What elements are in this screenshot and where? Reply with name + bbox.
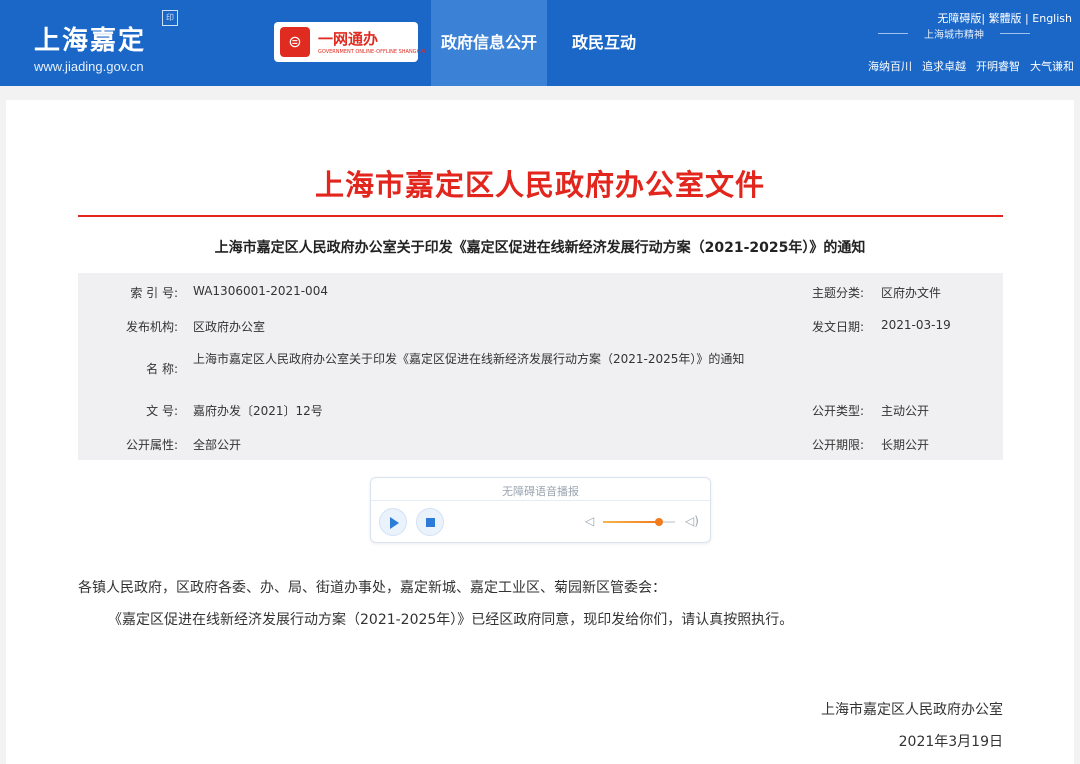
body-addressee: 各镇人民政府，区政府各委、办、局、街道办事处，嘉定新城、嘉定工业区、菊园新区管委… — [78, 580, 666, 596]
signature-date: 2021年3月19日 — [898, 734, 1003, 750]
motto: 开明睿智 — [976, 60, 1020, 73]
accessible-link[interactable]: 无障碍版 — [937, 12, 981, 25]
signature-org: 上海市嘉定区人民政府办公室 — [821, 702, 1003, 718]
logo-text: 上海嘉定 — [34, 26, 147, 56]
date-value: 2021-03-19 — [881, 318, 951, 332]
stop-button[interactable] — [416, 508, 444, 536]
logo-url: www.jiading.gov.cn — [34, 59, 144, 74]
audio-label: 无障碍语音播报 — [502, 485, 579, 498]
top-links: 无障碍版| 繁體版 | English — [832, 10, 1072, 26]
index-value: WA1306001-2021-004 — [193, 284, 328, 298]
period-value: 长期公开 — [881, 438, 930, 452]
title-divider — [78, 215, 1003, 217]
link-sep: | — [1021, 12, 1033, 25]
play-button[interactable] — [379, 508, 407, 536]
volume-slider[interactable] — [603, 518, 675, 526]
motto: 追求卓越 — [922, 60, 966, 73]
city-mottos: 海纳百川 追求卓越 开明睿智 大气谦和 — [858, 58, 1074, 74]
volume-handle[interactable] — [655, 518, 664, 526]
attr-value: 全部公开 — [193, 438, 242, 452]
play-icon — [390, 517, 399, 529]
topic-label: 主题分类: — [811, 286, 864, 300]
docno-value: 嘉府办发〔2021〕12号 — [193, 404, 323, 418]
yiwang-logo-icon: ⊜ — [280, 27, 310, 57]
city-spirit: 上海城市精神 — [878, 26, 1030, 41]
topic-value: 区府办文件 — [881, 286, 942, 300]
nav-gov-info[interactable]: 政府信息公开 — [431, 0, 547, 86]
yiwang-label: 一网通办 — [318, 30, 379, 48]
pubtype-value: 主动公开 — [881, 404, 930, 418]
english-link[interactable]: English — [1032, 12, 1072, 25]
document-title: 上海市嘉定区人民政府办公室文件 — [314, 168, 765, 202]
document-card: 上海市嘉定区人民政府办公室文件 上海市嘉定区人民政府办公室关于印发《嘉定区促进在… — [6, 100, 1074, 764]
link-sep: | — [981, 12, 989, 25]
name-label: 名 称: — [146, 362, 178, 376]
volume-fill — [603, 521, 660, 523]
divider — [371, 500, 710, 501]
nav-interaction[interactable]: 政民互动 — [558, 0, 650, 86]
volume-low-icon: ◁ — [585, 514, 595, 528]
issuer-value: 区政府办公室 — [193, 320, 266, 334]
docno-label: 文 号: — [146, 404, 178, 418]
volume-high-icon: ◁) — [685, 514, 699, 528]
issuer-label: 发布机构: — [125, 320, 178, 334]
audio-player: 无障碍语音播报 ◁ ◁) — [370, 477, 711, 543]
date-label: 发文日期: — [811, 320, 864, 334]
yiwang-sublabel: GOVERNMENT ONLINE-OFFLINE SHANGHAI — [318, 49, 426, 55]
site-logo[interactable]: 上海嘉定 印 www.jiading.gov.cn — [34, 8, 184, 78]
traditional-link[interactable]: 繁體版 — [989, 12, 1022, 25]
logo-seal-icon: 印 — [162, 10, 178, 26]
period-label: 公开期限: — [811, 438, 864, 452]
body-paragraph: 《嘉定区促进在线新经济发展行动方案（2021-2025年）》已经区政府同意，现印… — [108, 612, 794, 628]
divider — [878, 33, 908, 34]
city-spirit-label: 上海城市精神 — [924, 30, 984, 41]
yiwang-tongban-button[interactable]: ⊜ 一网通办 GOVERNMENT ONLINE-OFFLINE SHANGHA… — [274, 22, 425, 62]
index-label: 索 引 号: — [130, 286, 178, 300]
divider — [1000, 33, 1030, 34]
motto: 大气谦和 — [1030, 60, 1074, 73]
site-header: 上海嘉定 印 www.jiading.gov.cn ⊜ 一网通办 GOVERNM… — [0, 0, 1080, 86]
document-subtitle: 上海市嘉定区人民政府办公室关于印发《嘉定区促进在线新经济发展行动方案（2021-… — [214, 240, 866, 256]
stop-icon — [426, 518, 435, 527]
pubtype-label: 公开类型: — [811, 404, 864, 418]
name-value: 上海市嘉定区人民政府办公室关于印发《嘉定区促进在线新经济发展行动方案（2021-… — [193, 352, 745, 366]
metadata-table: 索 引 号: WA1306001-2021-004 主题分类: 区府办文件 发布… — [78, 273, 1003, 460]
motto: 海纳百川 — [868, 60, 912, 73]
attr-label: 公开属性: — [125, 438, 178, 452]
